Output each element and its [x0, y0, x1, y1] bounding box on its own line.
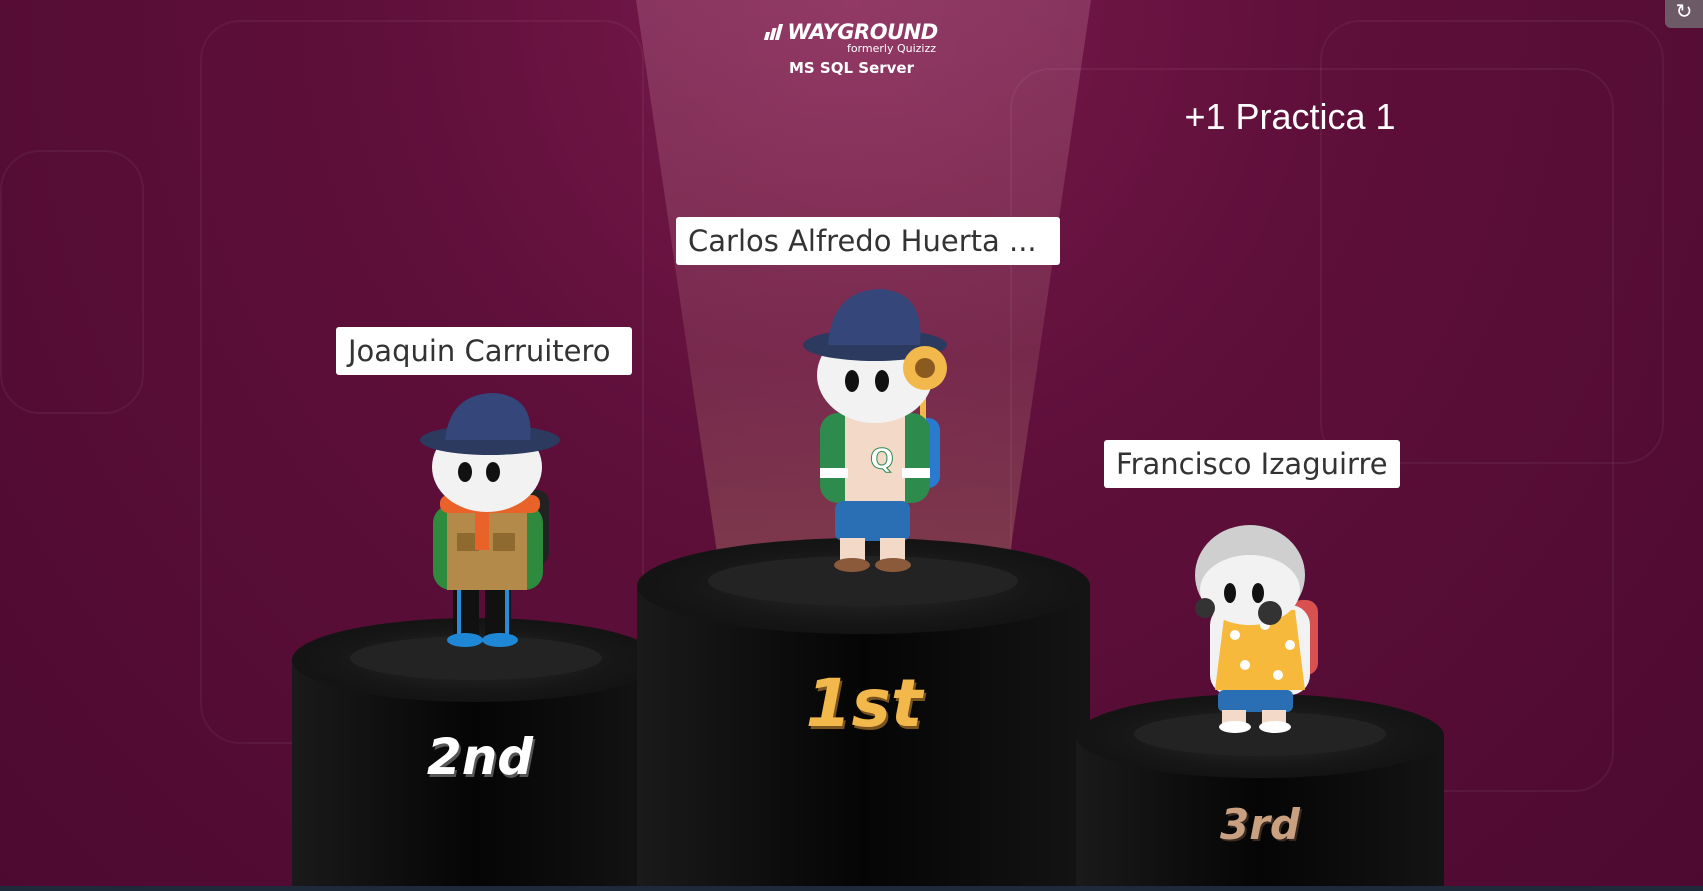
- brand-name: WAYGROUND: [787, 20, 938, 44]
- practice-label: +1 Practica 1: [1184, 96, 1396, 137]
- name-tag-third: Francisco Izaguirre: [1104, 440, 1400, 488]
- name-tag-second: Joaquin Carruitero: [336, 327, 632, 375]
- brand-logo: WAYGROUND: [764, 20, 938, 44]
- sunflower-icon: [903, 346, 947, 390]
- avatar-first: Q: [803, 289, 947, 572]
- name-tag-first: Carlos Alfredo Huerta ...: [676, 217, 1060, 265]
- svg-text:Q: Q: [870, 442, 894, 475]
- course-title: MS SQL Server: [788, 59, 914, 77]
- refresh-icon: ↻: [1675, 0, 1693, 23]
- bottom-bar: [0, 886, 1703, 891]
- rank-first: 1st: [805, 665, 923, 742]
- avatar-second: [420, 393, 560, 647]
- wayground-logo-icon: [764, 24, 784, 40]
- brand-subtitle: formerly Quizizz: [846, 42, 937, 55]
- avatar-third: [1195, 525, 1318, 733]
- rank-third: 3rd: [1219, 800, 1300, 849]
- rank-second: 2nd: [426, 728, 534, 786]
- refresh-button[interactable]: ↻: [1665, 0, 1703, 28]
- brand-header: WAYGROUND formerly Quizizz MS SQL Server: [0, 20, 1703, 77]
